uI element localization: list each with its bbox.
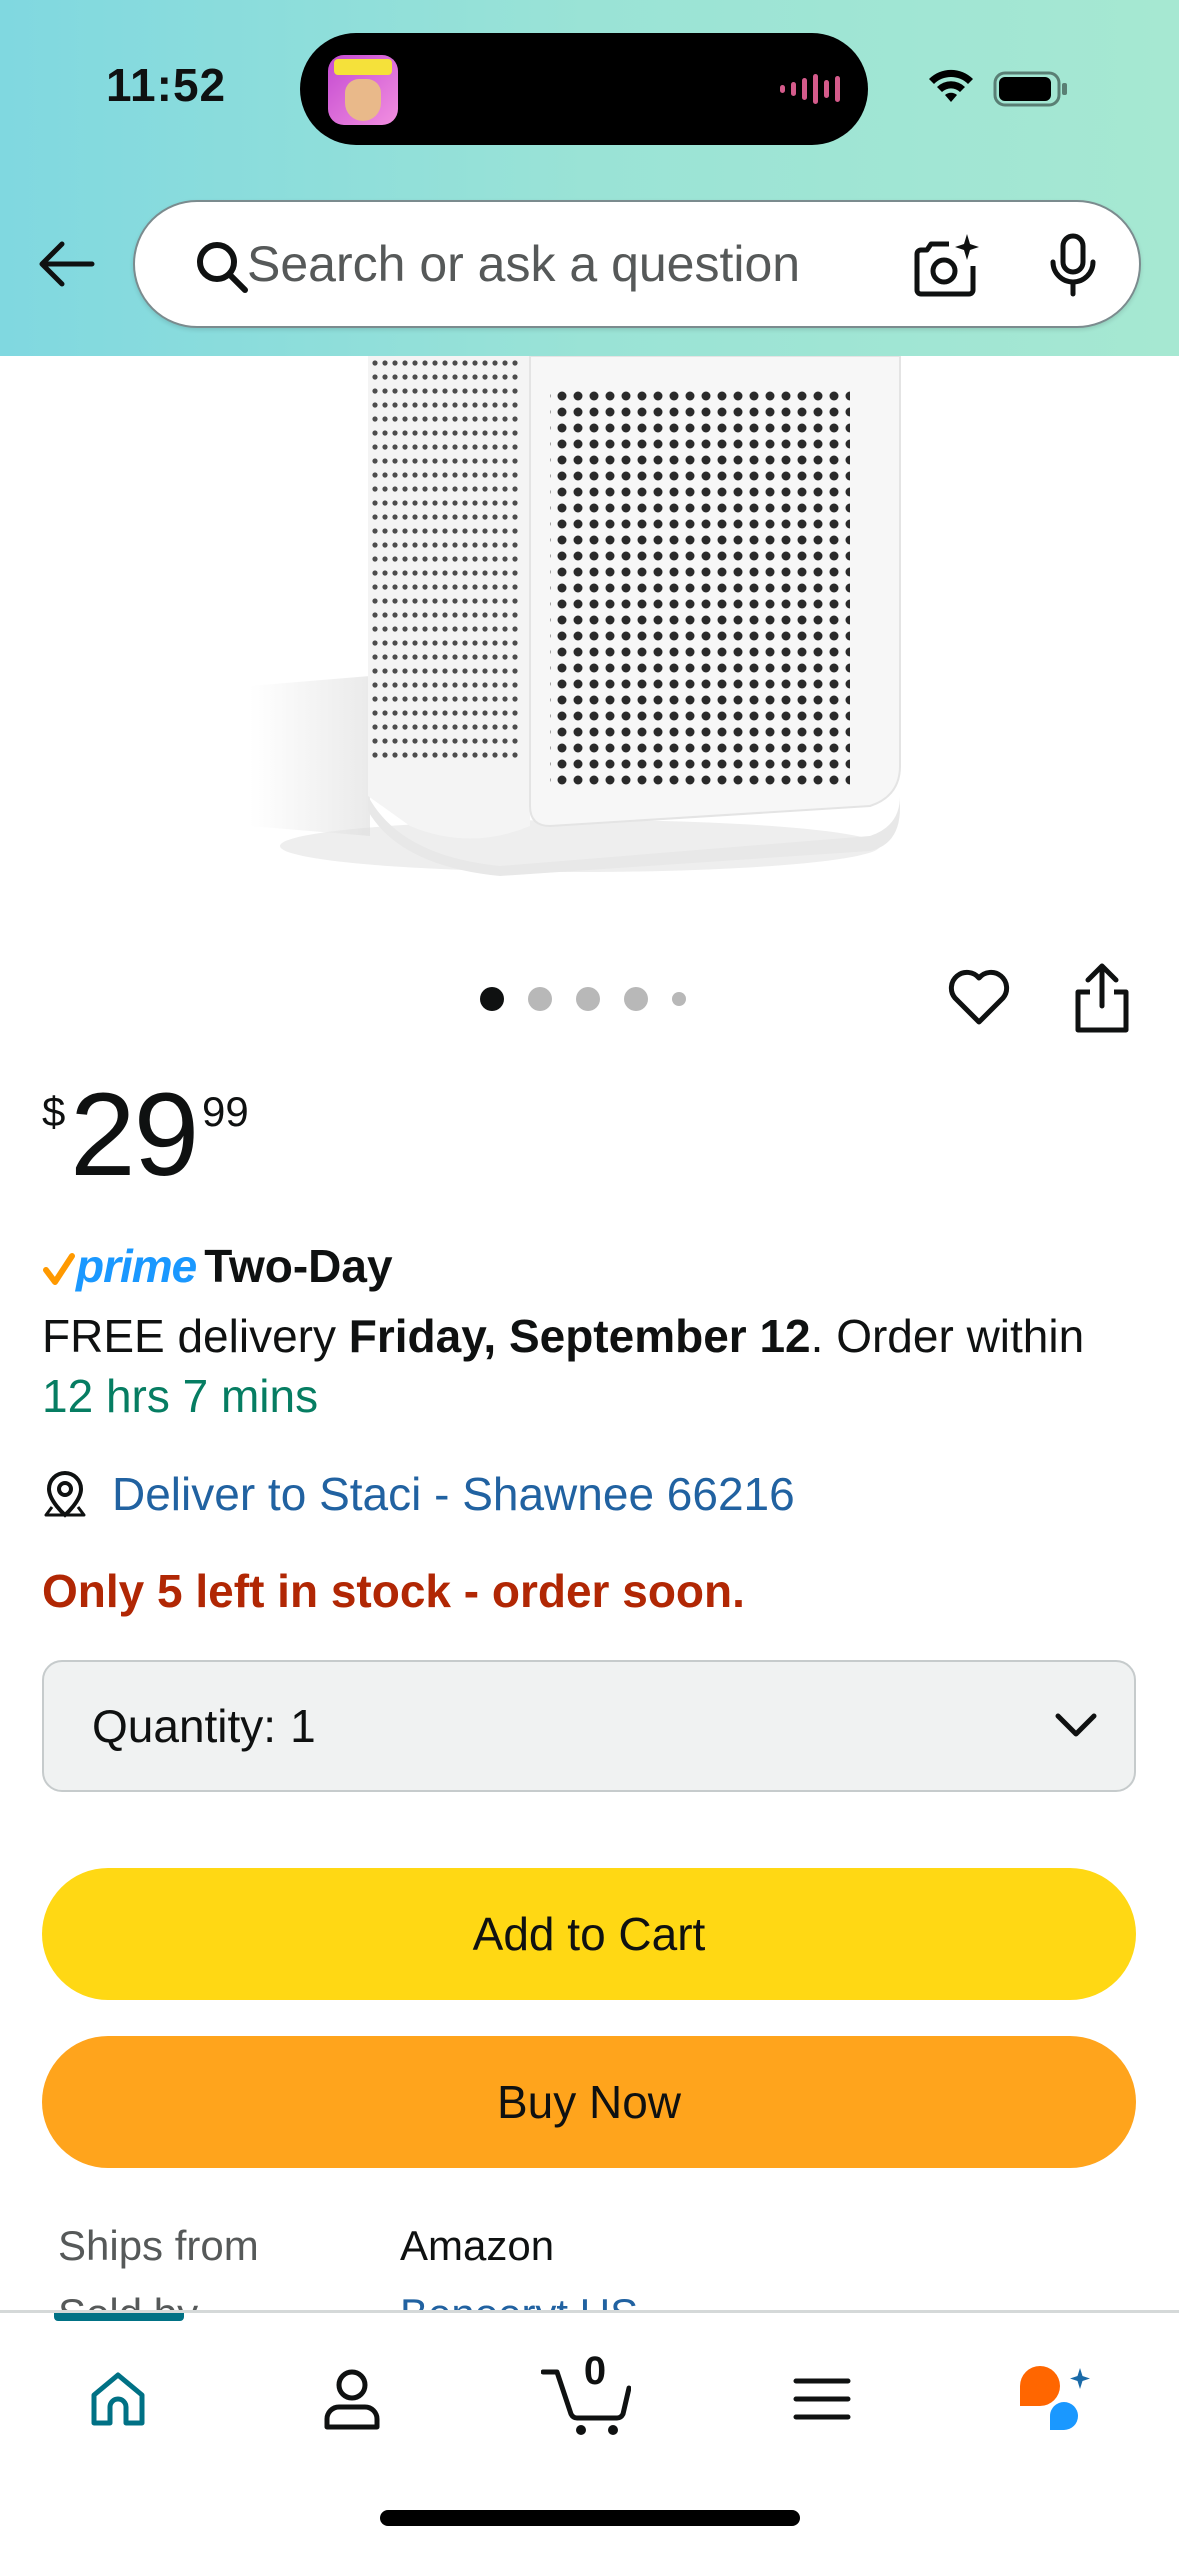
search-icon — [197, 242, 248, 293]
search-input[interactable] — [247, 202, 887, 326]
active-tab-indicator — [54, 2313, 184, 2321]
prime-check-icon — [43, 1253, 75, 1285]
carousel-dot[interactable] — [576, 987, 600, 1011]
search-bar[interactable] — [133, 200, 1141, 328]
quantity-selector[interactable]: Quantity: 1 — [42, 1660, 1136, 1792]
carousel-dot[interactable] — [624, 987, 648, 1011]
price-currency: $ — [42, 1088, 66, 1135]
dynamic-island[interactable] — [300, 33, 868, 145]
delivery-message: FREE delivery Friday, September 12. Orde… — [42, 1306, 1152, 1426]
menu-icon — [793, 2378, 851, 2420]
heart-icon[interactable] — [946, 966, 1012, 1028]
image-carousel-dots[interactable] — [480, 984, 686, 1014]
deliver-to-link[interactable]: Deliver to Staci - Shawnee 66216 — [42, 1462, 795, 1526]
back-arrow-icon[interactable] — [34, 232, 98, 296]
audio-wave-icon — [780, 73, 840, 105]
battery-icon — [993, 71, 1067, 107]
camera-sparkle-icon[interactable] — [913, 232, 981, 298]
quantity-value: 1 — [290, 1700, 316, 1752]
nav-account[interactable] — [302, 2349, 402, 2449]
rufus-icon — [1020, 2366, 1090, 2430]
wifi-icon — [929, 69, 973, 102]
chevron-down-icon — [1055, 1713, 1097, 1737]
cart-count-badge: 0 — [583, 2349, 607, 2393]
carousel-dot[interactable] — [672, 992, 686, 1006]
deliver-to-text[interactable]: Deliver to Staci - Shawnee 66216 — [112, 1467, 795, 1521]
product-image[interactable] — [250, 356, 930, 876]
share-icon[interactable] — [1070, 962, 1134, 1034]
price-fraction: 99 — [202, 1088, 249, 1135]
account-icon — [324, 2369, 380, 2430]
now-playing-thumbnail — [328, 55, 398, 125]
stock-warning: Only 5 left in stock - order soon. — [42, 1565, 745, 1617]
prime-delivery-speed: Two-Day — [204, 1240, 393, 1292]
prime-logo-text: prime — [76, 1240, 197, 1292]
carousel-dot[interactable] — [528, 987, 552, 1011]
quantity-label: Quantity: — [92, 1700, 277, 1752]
price-whole: 29 — [70, 1069, 199, 1201]
buy-now-button[interactable]: Buy Now — [42, 2036, 1136, 2168]
delivery-prefix: FREE delivery — [42, 1310, 349, 1362]
nav-home[interactable] — [68, 2349, 168, 2449]
nav-menu[interactable] — [772, 2349, 872, 2449]
carousel-dot[interactable] — [480, 987, 504, 1011]
delivery-date: Friday, September 12 — [348, 1310, 811, 1362]
add-to-cart-button[interactable]: Add to Cart — [42, 1868, 1136, 2000]
delivery-suffix: . Order within — [810, 1310, 1085, 1362]
ships-from-label: Ships from — [58, 2222, 259, 2269]
location-pin-icon — [44, 1470, 86, 1518]
ships-from-value: Amazon — [400, 2222, 555, 2269]
status-time: 11:52 — [106, 59, 227, 111]
top-header: 11:52 — [0, 0, 1179, 356]
microphone-icon[interactable] — [1043, 232, 1103, 298]
home-indicator — [380, 2510, 800, 2526]
prime-badge: prime Two-Day — [42, 1236, 393, 1296]
nav-rufus-assistant[interactable] — [1006, 2349, 1106, 2449]
delivery-countdown: 12 hrs 7 mins — [42, 1370, 319, 1422]
home-icon — [91, 2372, 145, 2426]
